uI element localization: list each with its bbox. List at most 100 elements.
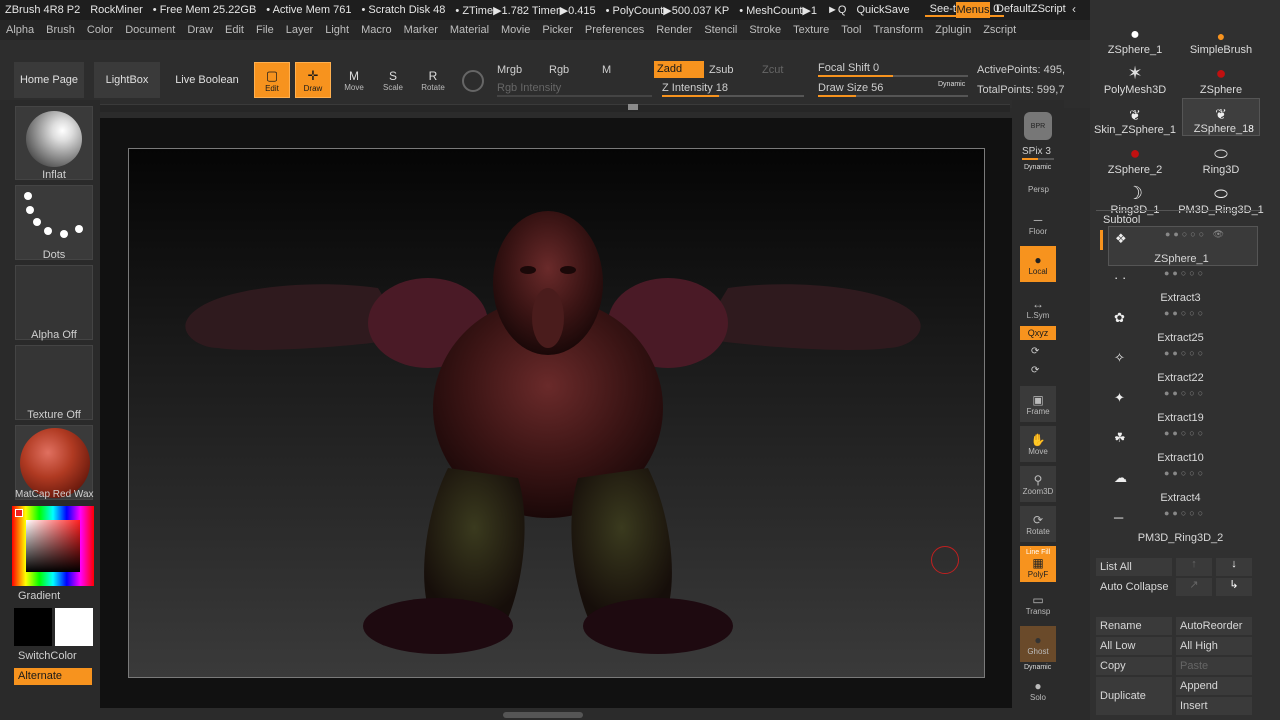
- lsym-button[interactable]: ↔ L.Sym: [1020, 290, 1056, 326]
- tool-thumb-5[interactable]: ❦ ZSphere_1 8: [1182, 98, 1260, 136]
- switchcolor-button[interactable]: SwitchColor: [18, 650, 96, 662]
- redo-icon[interactable]: ↗: [1176, 578, 1212, 596]
- floor-button[interactable]: ─ Floor: [1020, 206, 1056, 242]
- color-square[interactable]: [26, 520, 80, 572]
- quicksave-icon[interactable]: ►Q: [822, 4, 851, 16]
- subtool-visibility-controls[interactable]: ●●○○○ 👁: [1165, 229, 1227, 240]
- secondary-color-swatch[interactable]: [14, 608, 52, 646]
- alternate-button[interactable]: Alternate: [14, 668, 92, 685]
- copy-button[interactable]: Copy: [1096, 657, 1172, 675]
- main-color-swatch[interactable]: [55, 608, 93, 646]
- draw-button[interactable]: ✛ Draw: [295, 62, 331, 98]
- menu-preferences[interactable]: Preferences: [579, 24, 650, 36]
- menu-texture[interactable]: Texture: [787, 24, 835, 36]
- mrgb-button[interactable]: Mrgb: [497, 64, 522, 76]
- tool-thumb-6[interactable]: ● ZSphere_2: [1096, 138, 1174, 176]
- all-low-button[interactable]: All Low: [1096, 637, 1172, 655]
- list-all-button[interactable]: List All: [1096, 558, 1172, 576]
- menus-button[interactable]: Menus: [956, 2, 990, 18]
- transp-button[interactable]: ▭ Transp: [1020, 586, 1056, 622]
- menu-file[interactable]: File: [250, 24, 280, 36]
- menu-stencil[interactable]: Stencil: [698, 24, 743, 36]
- duplicate-button[interactable]: Duplicate: [1096, 677, 1172, 715]
- focal-shift-slider[interactable]: Focal Shift 0: [818, 62, 879, 74]
- subtool-row[interactable]: · · ●●○○○ Extract3: [1108, 266, 1258, 306]
- paste-button[interactable]: Paste: [1176, 657, 1252, 675]
- subtool-row[interactable]: ❖ ●●○○○ 👁 ZSphere_1: [1108, 226, 1258, 266]
- menu-zplugin[interactable]: Zplugin: [929, 24, 977, 36]
- tool-thumb-2[interactable]: ✶ PolyMesh3D: [1096, 58, 1174, 96]
- menu-edit[interactable]: Edit: [219, 24, 250, 36]
- z-intensity-slider[interactable]: Z Intensity 18: [662, 82, 728, 94]
- menu-color[interactable]: Color: [81, 24, 119, 36]
- live-boolean-button[interactable]: Live Boolean: [170, 62, 244, 98]
- home-page-button[interactable]: Home Page: [14, 62, 84, 98]
- menu-material[interactable]: Material: [444, 24, 495, 36]
- subtool-row[interactable]: ✧ ●●○○○ Extract22: [1108, 346, 1258, 386]
- xyz-button[interactable]: Qxyz: [1020, 326, 1056, 340]
- menu-picker[interactable]: Picker: [536, 24, 579, 36]
- tool-thumb-1[interactable]: ● SimpleBrush: [1182, 18, 1260, 56]
- arrow-down-button[interactable]: ↓: [1216, 558, 1252, 576]
- quicksave-button[interactable]: QuickSave: [851, 4, 914, 16]
- subtool-visibility-controls[interactable]: ●●○○○: [1164, 388, 1206, 398]
- subtool-row[interactable]: ✿ ●●○○○ Extract25: [1108, 306, 1258, 346]
- scale-button[interactable]: S Scale: [375, 62, 411, 98]
- auto-collapse-button[interactable]: Auto Collapse: [1096, 578, 1172, 596]
- rename-button[interactable]: Rename: [1096, 617, 1172, 635]
- menu-document[interactable]: Document: [119, 24, 181, 36]
- menu-macro[interactable]: Macro: [355, 24, 398, 36]
- draw-size-slider[interactable]: Draw Size 56: [818, 82, 883, 94]
- all-high-button[interactable]: All High: [1176, 637, 1252, 655]
- menu-marker[interactable]: Marker: [398, 24, 444, 36]
- symmetry-icon[interactable]: [462, 70, 484, 92]
- troll-model[interactable]: [128, 148, 985, 678]
- autoreorder-button[interactable]: AutoReorder: [1176, 617, 1252, 635]
- spix-slider[interactable]: SPix 3: [1022, 146, 1051, 157]
- menu-render[interactable]: Render: [650, 24, 698, 36]
- zcut-button[interactable]: Zcut: [762, 64, 783, 76]
- append-button[interactable]: Append: [1176, 677, 1252, 695]
- menu-stroke[interactable]: Stroke: [743, 24, 787, 36]
- tool-thumb-4[interactable]: ❦ Skin_ZSphere_1: [1094, 98, 1176, 136]
- bpr-button[interactable]: BPR: [1020, 108, 1056, 144]
- rgb-intensity-slider[interactable]: Rgb Intensity: [497, 82, 561, 94]
- subtool-row[interactable]: ─ ●●○○○ PM3D_Ring3D_2: [1108, 506, 1258, 546]
- persp-button[interactable]: Persp: [1028, 185, 1049, 194]
- tool-thumb-0[interactable]: ● ZSphere_1: [1096, 18, 1174, 56]
- menu-tool[interactable]: Tool: [835, 24, 867, 36]
- rgb-button[interactable]: Rgb: [549, 64, 569, 76]
- ghost-button[interactable]: ● Ghost: [1020, 626, 1056, 662]
- tool-thumb-7[interactable]: ⬭ Ring3D: [1182, 138, 1260, 176]
- zsub-button[interactable]: Zsub: [709, 64, 733, 76]
- frame-button[interactable]: ▣ Frame: [1020, 386, 1056, 422]
- subtool-visibility-controls[interactable]: ●●○○○: [1164, 348, 1206, 358]
- lightbox-button[interactable]: LightBox: [94, 62, 160, 98]
- edit-button[interactable]: ▢ Edit: [254, 62, 290, 98]
- menu-layer[interactable]: Layer: [280, 24, 320, 36]
- rotate-view-button[interactable]: ⟳ Rotate: [1020, 506, 1056, 542]
- move-button[interactable]: M Move: [336, 62, 372, 98]
- move-down-icon[interactable]: ↳: [1216, 578, 1252, 596]
- subtool-row[interactable]: ✦ ●●○○○ Extract19: [1108, 386, 1258, 426]
- subtool-visibility-controls[interactable]: ●●○○○: [1164, 508, 1206, 518]
- rotate-y-icon[interactable]: ⟳: [1031, 346, 1039, 357]
- zoom3d-button[interactable]: ⚲ Zoom3D: [1020, 466, 1056, 502]
- menu-zscript[interactable]: Zscript: [977, 24, 1022, 36]
- tool-thumb-3[interactable]: ● ZSphere: [1182, 58, 1260, 96]
- menu-movie[interactable]: Movie: [495, 24, 536, 36]
- shelf-handle[interactable]: [628, 104, 638, 110]
- gradient-label[interactable]: Gradient: [18, 590, 96, 602]
- menu-draw[interactable]: Draw: [181, 24, 219, 36]
- m-button[interactable]: M: [602, 64, 611, 76]
- subtool-visibility-controls[interactable]: ●●○○○: [1164, 428, 1206, 438]
- menu-light[interactable]: Light: [319, 24, 355, 36]
- dynamic-label[interactable]: Dynamic: [938, 81, 965, 88]
- subtool-visibility-controls[interactable]: ●●○○○: [1164, 268, 1206, 278]
- subtool-visibility-controls[interactable]: ●●○○○: [1164, 308, 1206, 318]
- rotate-z-icon[interactable]: ⟳: [1031, 365, 1039, 376]
- subtool-row[interactable]: ☘ ●●○○○ Extract10: [1108, 426, 1258, 466]
- default-zscript[interactable]: DefaultZScript: [996, 3, 1066, 15]
- menu-brush[interactable]: Brush: [40, 24, 81, 36]
- insert-button[interactable]: Insert: [1176, 697, 1252, 715]
